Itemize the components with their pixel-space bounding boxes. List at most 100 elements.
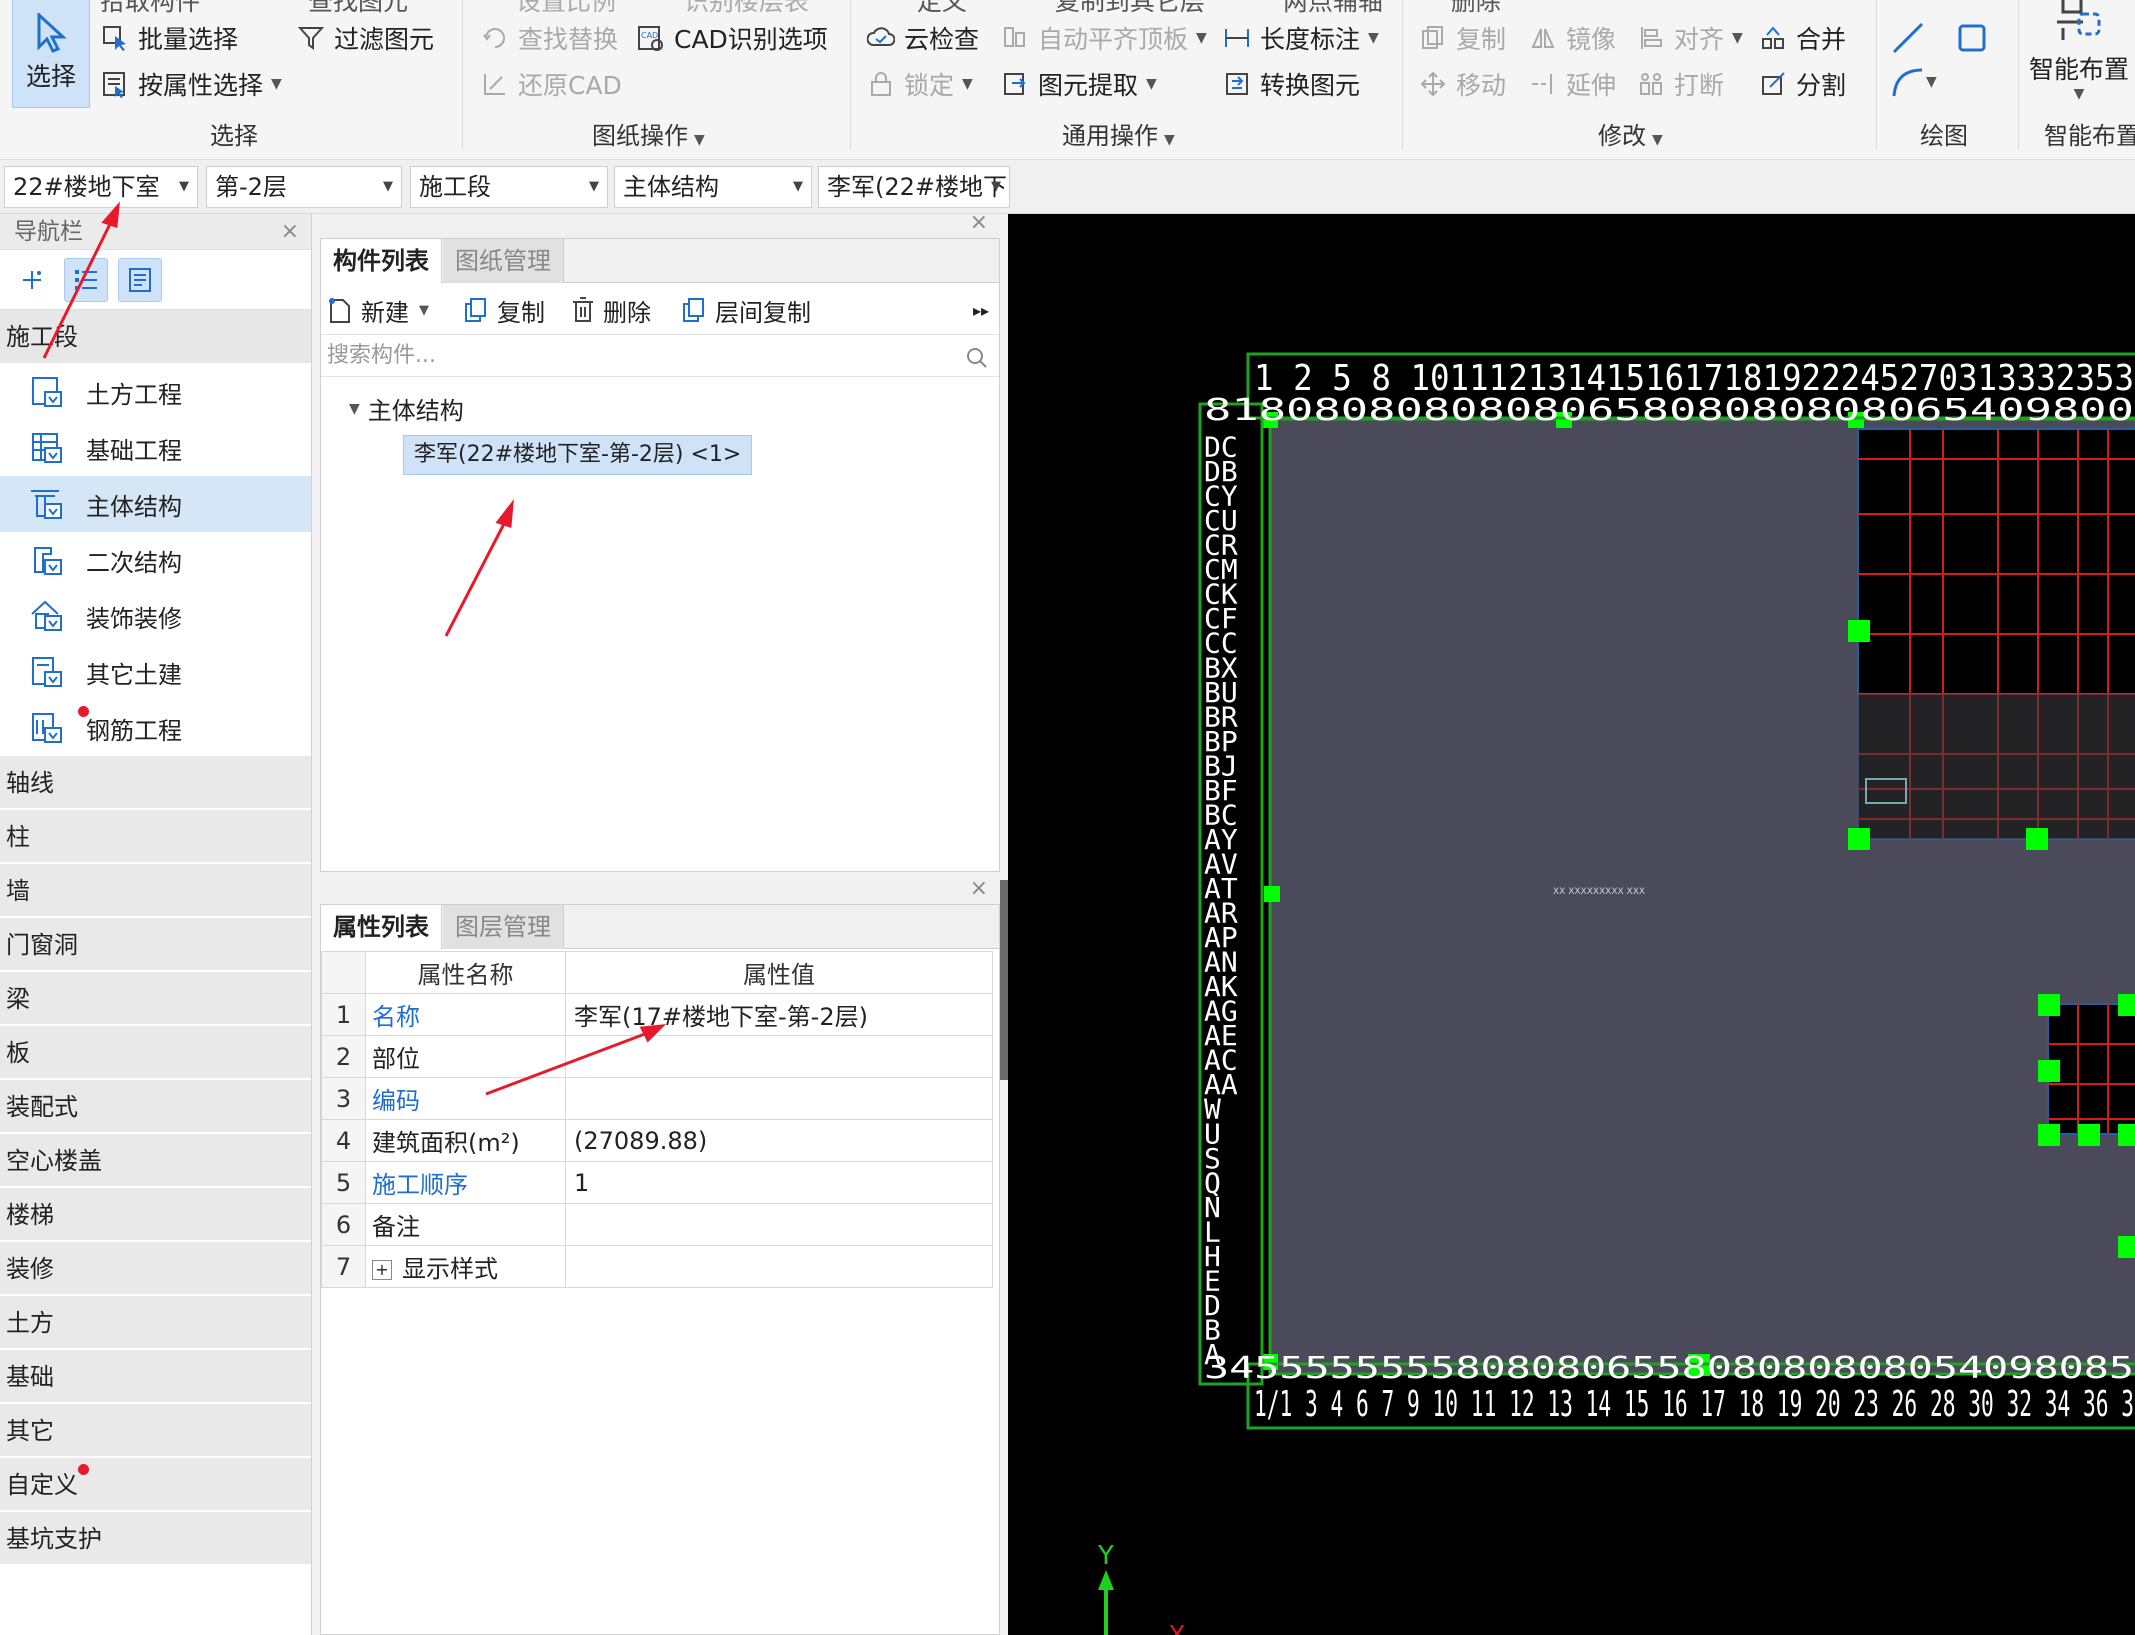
chevron-down-icon[interactable]: ▼ xyxy=(694,132,705,148)
cad-drawing[interactable]: 1 2 5 8 10111213141516171819222452703133… xyxy=(1008,214,2135,1635)
red-beam-region-lower[interactable] xyxy=(2047,1003,2135,1135)
toolbar-overflow-icon[interactable]: ▸▸ xyxy=(973,293,989,327)
smart-layout-button[interactable]: 智能布置 ▼ xyxy=(2024,0,2134,106)
chevron-down-icon[interactable]: ▼ xyxy=(2074,86,2085,102)
length-dim-button[interactable]: 长度标注 ▼ xyxy=(1222,18,1379,58)
nav-item-main-structure[interactable]: 主体结构 xyxy=(0,476,311,532)
nav-item-rebar[interactable]: 钢筋工程 xyxy=(0,700,311,756)
nav-category-hollow-floor[interactable]: 空心楼盖 xyxy=(0,1134,311,1188)
select-button[interactable]: 选择 xyxy=(12,0,90,108)
select-by-property-button[interactable]: 按属性选择 ▼ xyxy=(100,64,282,104)
nav-category-custom[interactable]: 自定义 xyxy=(0,1458,311,1512)
property-value[interactable]: 李军(17#楼地下室-第-2层) xyxy=(565,993,993,1036)
nav-add-icon[interactable] xyxy=(10,258,54,302)
nav-list-view-icon[interactable] xyxy=(64,257,108,302)
table-row[interactable]: 7 + 显示样式 xyxy=(321,1245,993,1288)
copy-button[interactable]: 复制 xyxy=(1418,18,1506,58)
copy-to-other-floor-partial[interactable]: 复制到其它层 xyxy=(1055,0,1205,16)
type-combo[interactable]: 主体结构 ▼ xyxy=(614,166,812,208)
extend-button[interactable]: 延伸 xyxy=(1528,64,1616,104)
find-replace-button[interactable]: 查找替换 xyxy=(480,18,618,58)
align-button[interactable]: 对齐 ▼ xyxy=(1636,18,1743,58)
two-point-aux-axis-partial[interactable]: 两点辅轴 xyxy=(1283,0,1383,16)
chevron-down-icon[interactable]: ▼ xyxy=(1146,76,1157,92)
cad-options-button[interactable]: CAD CAD识别选项 xyxy=(636,18,828,58)
nav-category-finishing[interactable]: 装修 xyxy=(0,1242,311,1296)
set-scale-partial[interactable]: 设置比例 xyxy=(516,0,616,16)
table-row[interactable]: 6 备注 xyxy=(321,1203,993,1246)
close-icon[interactable]: × xyxy=(970,876,988,901)
property-value[interactable] xyxy=(565,1035,993,1078)
building-combo[interactable]: 22#楼地下室 ▼ xyxy=(4,166,198,208)
red-beam-region-upper[interactable] xyxy=(1857,428,2135,840)
lock-button[interactable]: 锁定 ▼ xyxy=(866,64,973,104)
nav-category-stairs[interactable]: 楼梯 xyxy=(0,1188,311,1242)
delete-component-button[interactable]: 删除 xyxy=(571,293,651,327)
tree-node-main-structure[interactable]: ▼ 主体结构 xyxy=(349,391,464,426)
expand-plus-icon[interactable]: + xyxy=(372,1260,392,1280)
nav-item-foundation[interactable]: 基础工程 xyxy=(0,420,311,476)
merge-button[interactable]: 合并 xyxy=(1758,18,1846,58)
property-value[interactable] xyxy=(565,1245,993,1288)
nav-category-pit-support[interactable]: 基坑支护 xyxy=(0,1512,311,1566)
property-value[interactable] xyxy=(565,1077,993,1120)
define-partial[interactable]: 定义 xyxy=(917,0,967,16)
convert-element-button[interactable]: 转换图元 xyxy=(1222,64,1360,104)
tab-component-list[interactable]: 构件列表 xyxy=(321,239,442,283)
chevron-down-icon[interactable]: ▼ xyxy=(1196,30,1207,46)
restore-cad-button[interactable]: 还原CAD xyxy=(480,64,622,104)
collapse-triangle-icon[interactable]: ▼ xyxy=(349,401,360,417)
floor-combo[interactable]: 第-2层 ▼ xyxy=(206,166,402,208)
chevron-down-icon[interactable]: ▼ xyxy=(271,76,282,92)
nav-item-decoration[interactable]: 装饰装修 xyxy=(0,588,311,644)
element-extract-button[interactable]: 图元提取 ▼ xyxy=(1000,64,1157,104)
nav-category-beam[interactable]: 梁 xyxy=(0,972,311,1026)
rectangle-tool-icon[interactable] xyxy=(1956,22,1988,54)
splitter-handle[interactable] xyxy=(1000,880,1008,1080)
identify-floor-table-partial[interactable]: 识别楼层表 xyxy=(684,0,809,16)
property-value[interactable] xyxy=(565,1203,993,1246)
floor-copy-button[interactable]: 层间复制 xyxy=(681,293,811,327)
line-tool-icon[interactable] xyxy=(1890,20,1926,56)
chevron-down-icon[interactable]: ▼ xyxy=(962,76,973,92)
chevron-down-icon[interactable]: ▼ xyxy=(1926,74,1937,90)
close-icon[interactable]: × xyxy=(970,210,988,235)
find-element-partial[interactable]: 查找图元 xyxy=(308,0,408,16)
nav-category-column[interactable]: 柱 xyxy=(0,810,311,864)
cad-viewport[interactable]: 1 2 5 8 10111213141516171819222452703133… xyxy=(1008,214,2135,1635)
nav-section-construction-stage[interactable]: 施工段 xyxy=(0,310,311,364)
cloud-check-button[interactable]: 云检查 xyxy=(866,18,979,58)
table-row[interactable]: 5 施工顺序 1 xyxy=(321,1161,993,1204)
copy-component-button[interactable]: 复制 xyxy=(463,293,545,327)
chevron-down-icon[interactable]: ▼ xyxy=(1652,132,1663,148)
move-button[interactable]: 移动 xyxy=(1418,64,1506,104)
nav-item-secondary-structure[interactable]: 二次结构 xyxy=(0,532,311,588)
chevron-down-icon[interactable]: ▼ xyxy=(1368,30,1379,46)
nav-item-other-civil[interactable]: 其它土建 xyxy=(0,644,311,700)
property-value[interactable]: (27089.88) xyxy=(565,1119,993,1162)
tab-drawing-management[interactable]: 图纸管理 xyxy=(443,239,564,283)
component-search-input[interactable]: 搜索构件... xyxy=(321,335,999,377)
pick-component-partial[interactable]: 拾取构件 xyxy=(100,0,200,16)
new-component-button[interactable]: 新建 ▼ xyxy=(327,293,429,327)
nav-category-axis[interactable]: 轴线 xyxy=(0,756,311,810)
delete-partial[interactable]: 删除 xyxy=(1451,0,1501,16)
tab-layer-management[interactable]: 图层管理 xyxy=(443,905,564,949)
break-button[interactable]: 打断 xyxy=(1636,64,1724,104)
table-row[interactable]: 3 编码 xyxy=(321,1077,993,1120)
nav-category-prefab[interactable]: 装配式 xyxy=(0,1080,311,1134)
batch-select-button[interactable]: 批量选择 xyxy=(100,18,238,58)
nav-category-slab[interactable]: 板 xyxy=(0,1026,311,1080)
search-icon[interactable] xyxy=(965,343,989,385)
table-row[interactable]: 2 部位 xyxy=(321,1035,993,1078)
auto-align-slab-button[interactable]: 自动平齐顶板 ▼ xyxy=(1000,18,1207,58)
category-combo[interactable]: 施工段 ▼ xyxy=(410,166,608,208)
chevron-down-icon[interactable]: ▼ xyxy=(1164,132,1175,148)
nav-item-earthwork[interactable]: 土方工程 xyxy=(0,364,311,420)
mirror-button[interactable]: 镜像 xyxy=(1528,18,1616,58)
nav-category-earth[interactable]: 土方 xyxy=(0,1296,311,1350)
component-combo[interactable]: 李军(22#楼地下 ▼ xyxy=(818,166,1010,208)
nav-category-other[interactable]: 其它 xyxy=(0,1404,311,1458)
filter-elements-button[interactable]: 过滤图元 xyxy=(296,18,434,58)
nav-category-door-window[interactable]: 门窗洞 xyxy=(0,918,311,972)
